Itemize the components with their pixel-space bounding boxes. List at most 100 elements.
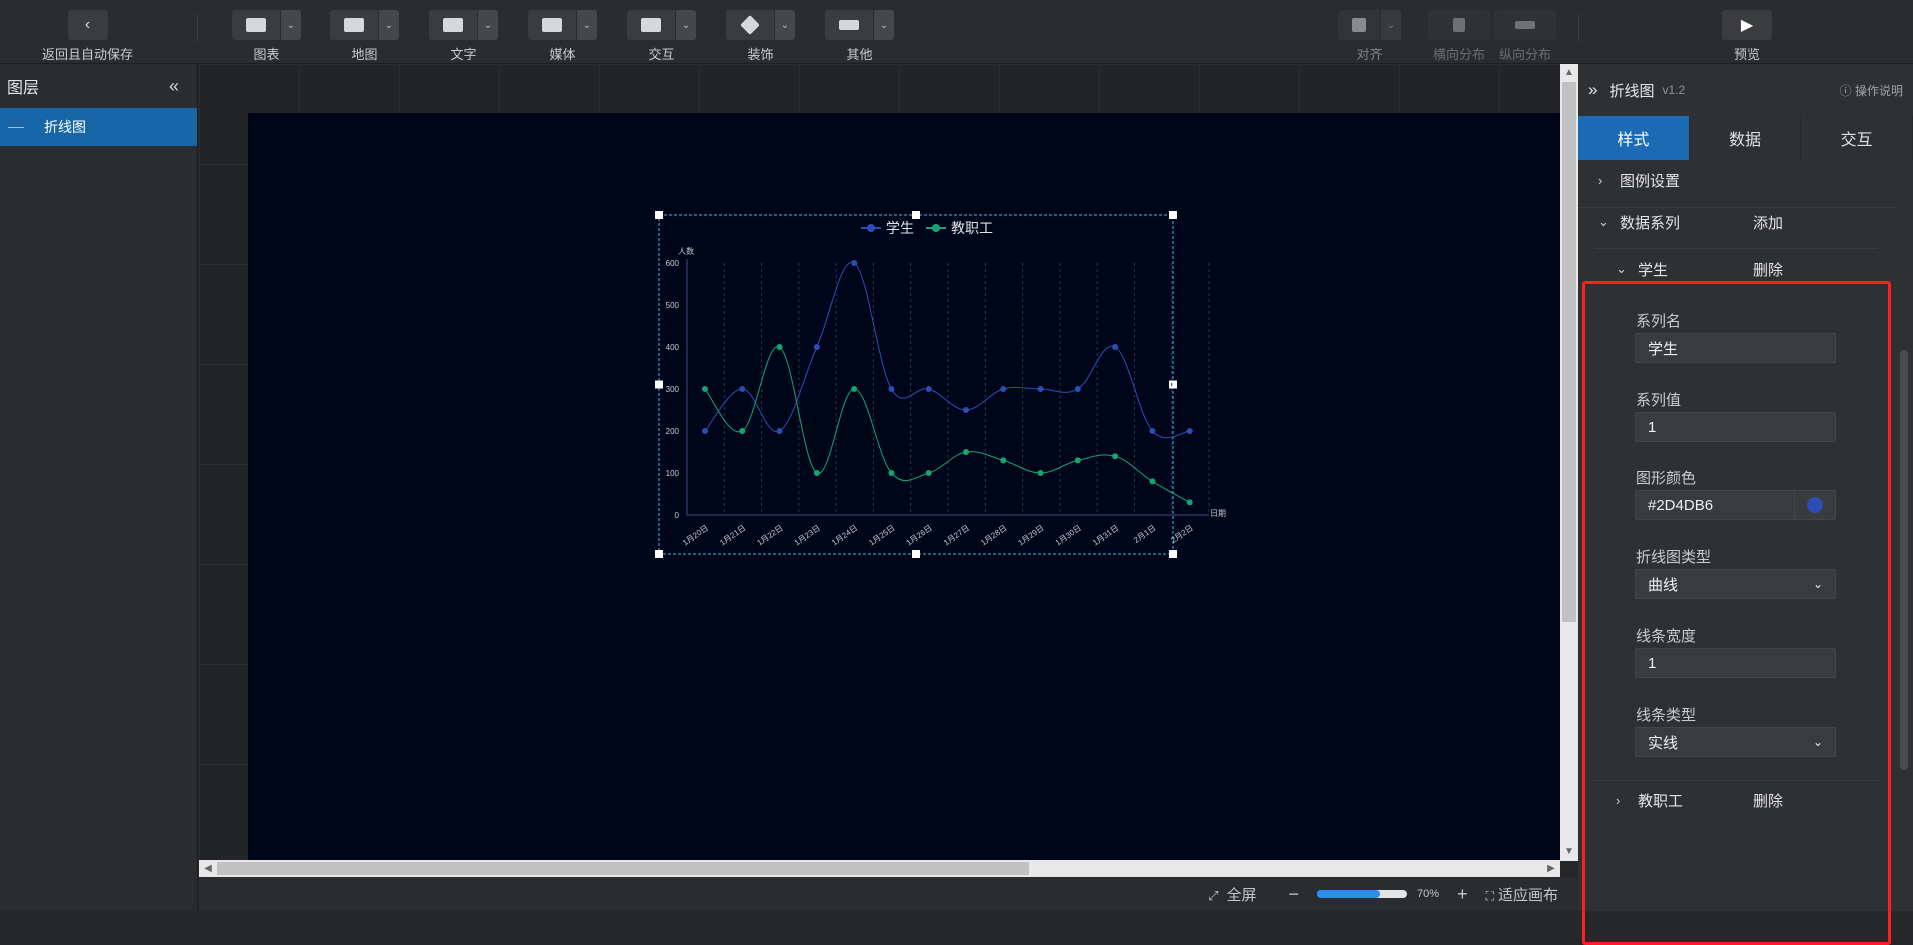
data-point (925, 470, 932, 476)
scroll-down-icon[interactable]: ▼ (1560, 843, 1578, 861)
resize-handle[interactable] (655, 550, 663, 558)
help-link[interactable]: ⓘ 操作说明 (1840, 82, 1903, 99)
fit-canvas-button[interactable]: ⛶ 适应画布 (1486, 884, 1558, 905)
resize-handle[interactable] (1169, 380, 1177, 389)
zoom-slider[interactable] (1317, 890, 1408, 898)
layer-item-line-chart[interactable]: 折线图 (0, 108, 197, 146)
divider (1578, 207, 1896, 208)
series-line-staff (704, 346, 1190, 503)
x-tick-label: 1月27日 (942, 523, 971, 547)
resize-handle[interactable] (1169, 550, 1177, 558)
data-point (813, 344, 820, 350)
add-series-button[interactable]: 添加 (1753, 212, 1783, 233)
highlight-box (1582, 281, 1891, 945)
data-series-section[interactable]: ⌄ 数据系列 添加 (1598, 210, 1888, 234)
chevron-down-icon[interactable]: ⌄ (478, 10, 498, 40)
preview-button[interactable]: ▶ 预览 (1722, 10, 1772, 63)
zoom-out-icon[interactable]: − (1289, 884, 1300, 905)
tab-interaction[interactable]: 交互 (1801, 116, 1913, 160)
toolbar: ‹ 返回且自动保存 ⌄ 图表 ⌄ 地图 ⌄ 文字 ⌄ 媒体 ⌄ 交互 ⌄ 装饰 … (0, 0, 1913, 64)
resize-handle[interactable] (1169, 211, 1177, 219)
scroll-right-icon[interactable]: ▶ (1542, 860, 1560, 877)
toolbar-group-label: 交互 (648, 47, 675, 62)
help-label: 操作说明 (1854, 83, 1903, 98)
scroll-left-icon[interactable]: ◀ (199, 860, 217, 877)
fullscreen-button[interactable]: ⤢ 全屏 (1208, 884, 1256, 905)
chevron-down-icon[interactable]: ⌄ (281, 10, 301, 40)
y-tick-label: 400 (666, 343, 680, 352)
data-point (1037, 386, 1044, 392)
canvas-vertical-scrollbar[interactable]: ▲ ▼ (1560, 64, 1578, 861)
chevron-down-icon[interactable]: ⌄ (379, 10, 399, 40)
x-tick-label: 1月25日 (867, 523, 896, 547)
resize-handle[interactable] (655, 211, 663, 219)
component-title: 折线图 (1609, 82, 1655, 100)
canvas-horizontal-scrollbar[interactable]: ◀ ▶ (199, 860, 1560, 877)
data-point (851, 260, 858, 266)
data-point (1037, 470, 1044, 476)
data-point (925, 386, 932, 392)
series-line-student (704, 262, 1190, 439)
canvas-area[interactable]: 学生 教职工 0 100 200 300 400 500 600 1月20日 1月21日 1月22日… (199, 64, 1560, 861)
x-tick-label: 1月28日 (979, 523, 1008, 547)
chevron-down-icon[interactable]: ⌄ (874, 10, 894, 40)
preview-label: 预览 (1733, 47, 1760, 62)
legend-label: 教职工 (951, 220, 993, 236)
vertical-distribute-button[interactable]: 纵向分布 (1494, 10, 1556, 63)
property-scrollbar[interactable] (1896, 160, 1913, 911)
legend-settings-section[interactable]: › 图例设置 (1598, 168, 1680, 192)
data-point (1112, 344, 1119, 350)
data-point (813, 470, 820, 476)
x-tick-label: 1月31日 (1091, 523, 1120, 547)
chevron-down-icon[interactable]: ⌄ (775, 10, 795, 40)
back-save-label: 返回且自动保存 (42, 47, 134, 62)
toolbar-group-label: 装饰 (747, 47, 774, 62)
vertical-distribute-label: 纵向分布 (1498, 47, 1551, 62)
play-icon: ▶ (1722, 10, 1772, 40)
collapse-left-icon[interactable]: « (169, 76, 179, 97)
back-save-button[interactable]: ‹ 返回且自动保存 (42, 10, 133, 63)
layer-dash-icon (8, 126, 24, 128)
y-tick-label: 200 (666, 427, 680, 436)
scroll-up-icon[interactable]: ▲ (1560, 64, 1578, 82)
tab-style[interactable]: 样式 (1578, 116, 1690, 160)
toolbar-group-decoration[interactable]: ⌄ 装饰 (726, 10, 795, 63)
zoom-in-icon[interactable]: + (1457, 884, 1468, 905)
selection-box[interactable] (658, 214, 1174, 555)
align-button[interactable]: ⌄ 对齐 (1338, 10, 1401, 63)
x-tick-label: 1月26日 (905, 523, 934, 547)
data-point (702, 386, 708, 392)
toolbar-group-interaction[interactable]: ⌄ 交互 (627, 10, 696, 63)
other-icon (825, 10, 873, 40)
scrollbar-thumb[interactable] (1900, 350, 1908, 770)
line-chart[interactable]: 学生 教职工 0 100 200 300 400 500 600 1月20日 1月21日 1月22日… (199, 64, 1560, 861)
resize-handle[interactable] (912, 550, 920, 558)
data-point (963, 407, 969, 413)
x-tick-label: 1月29日 (1017, 523, 1046, 547)
toolbar-group-text[interactable]: ⌄ 文字 (429, 10, 498, 63)
toolbar-group-chart[interactable]: ⌄ 图表 (232, 10, 301, 63)
horizontal-distribute-button[interactable]: 横向分布 (1428, 10, 1490, 63)
toolbar-group-map[interactable]: ⌄ 地图 (330, 10, 399, 63)
scrollbar-thumb[interactable] (1562, 82, 1576, 622)
resize-handle[interactable] (912, 211, 920, 219)
toolbar-group-media[interactable]: ⌄ 媒体 (528, 10, 597, 63)
series-student-header[interactable]: ⌄ 学生 删除 (1616, 257, 1876, 281)
resize-handle[interactable] (655, 380, 663, 389)
chevron-down-icon: ⌄ (1616, 261, 1627, 276)
legend-settings-label: 图例设置 (1620, 172, 1681, 190)
zoom-value: 70% (1417, 888, 1440, 900)
scrollbar-thumb[interactable] (217, 862, 1029, 875)
bar-chart-icon (232, 10, 280, 40)
collapse-right-icon[interactable]: » (1588, 80, 1597, 100)
toolbar-group-other[interactable]: ⌄ 其他 (825, 10, 894, 63)
data-point (1074, 457, 1081, 464)
tab-data[interactable]: 数据 (1689, 116, 1802, 160)
legend-label: 学生 (886, 220, 914, 236)
map-icon (330, 10, 378, 40)
y-axis-label: 人数 (678, 246, 694, 256)
delete-series-button[interactable]: 删除 (1753, 259, 1783, 280)
chevron-down-icon[interactable]: ⌄ (676, 10, 696, 40)
chevron-down-icon[interactable]: ⌄ (1381, 10, 1401, 40)
chevron-down-icon[interactable]: ⌄ (577, 10, 597, 40)
